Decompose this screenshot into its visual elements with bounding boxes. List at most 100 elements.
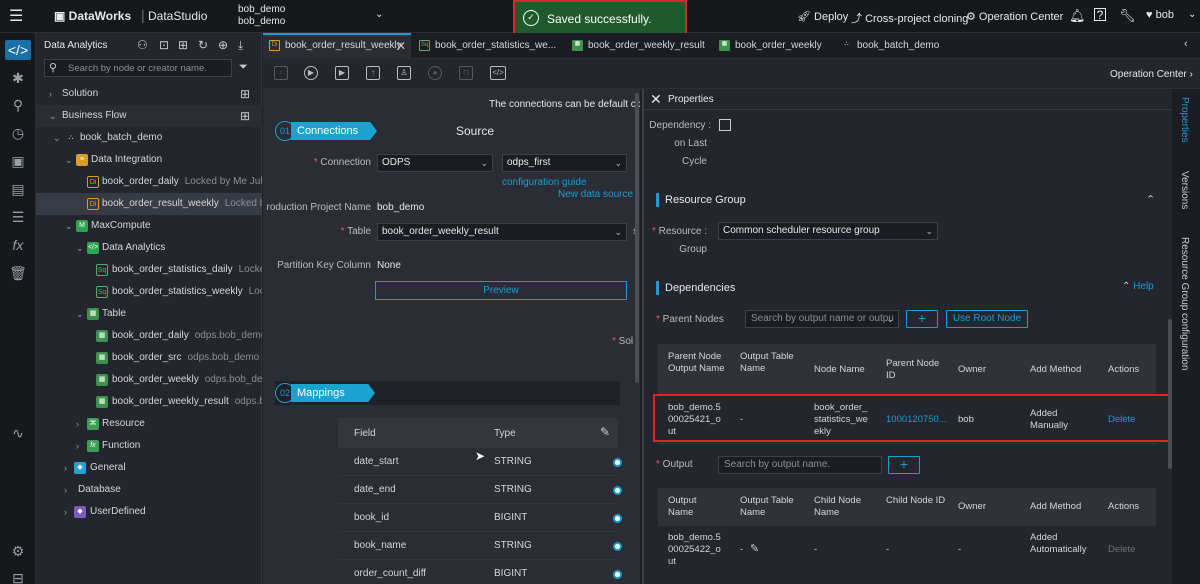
locate-icon[interactable]: ⊕ — [218, 38, 228, 52]
wrench-icon[interactable]: 🔧︎ — [1119, 8, 1136, 24]
tree-item-solution[interactable]: › Solution ⊞ — [36, 83, 262, 105]
operation-center-link[interactable]: ⚙ Operation Center — [966, 10, 1063, 23]
stop-icon[interactable]: ● — [428, 66, 442, 80]
output-search-input[interactable]: Search by output name. — [718, 456, 882, 474]
save-icon[interactable]: ▫ — [274, 66, 288, 80]
use-root-node-button[interactable]: Use Root Node — [946, 310, 1028, 328]
mapping-anchor[interactable] — [613, 458, 622, 467]
tree-item-table[interactable]: ▦ book_order_src odps.bob_demo — [36, 347, 262, 369]
user-filter-icon[interactable]: ⚇ — [137, 38, 148, 52]
preview-button[interactable]: Preview — [375, 281, 627, 300]
table-select[interactable]: book_order_weekly_result ⌄ — [377, 223, 627, 241]
run-icon[interactable]: ▶ — [304, 66, 318, 80]
upload-icon[interactable]: ↑ — [366, 66, 380, 80]
new-file-icon[interactable]: ⊞ — [178, 38, 188, 52]
code-view-icon[interactable]: </> — [490, 66, 506, 80]
tree-item-table[interactable]: ▦ book_order_weekly_result odps.bob_demo — [36, 391, 262, 413]
trash-icon[interactable]: 🗑︎ — [8, 263, 28, 283]
tree-item-folder[interactable]: ⌄ ≡ Data Integration — [36, 149, 262, 171]
grid-icon[interactable]: ⊞ — [240, 83, 250, 105]
tab-active[interactable]: Di book_order_result_weekly ✕ — [263, 33, 411, 59]
mapping-anchor[interactable] — [613, 514, 622, 523]
tree-item-folder[interactable]: ⌄ ▦ Table — [36, 303, 262, 325]
edit-icon[interactable]: ✎ — [600, 425, 610, 439]
briefcase-icon[interactable]: ▣ — [8, 151, 28, 171]
tree-item-folder[interactable]: › ◆ General — [36, 457, 262, 479]
chevron-down-icon[interactable]: ⌄ — [375, 9, 383, 20]
table-icon[interactable]: ▤ — [8, 179, 28, 199]
tab[interactable]: ⛬ book_batch_demo — [835, 33, 965, 59]
properties-vtab[interactable]: Properties — [1179, 97, 1190, 143]
format-icon[interactable]: ♙ — [397, 66, 411, 80]
function-icon[interactable]: fx — [8, 235, 28, 255]
tab[interactable]: ▦ book_order_weekly — [713, 33, 833, 59]
code-icon[interactable]: </> — [5, 40, 31, 60]
parent-search-input[interactable]: Search by output name or outpu ⌄ — [745, 310, 899, 328]
connection-type-select[interactable]: ODPS ⌄ — [377, 154, 493, 172]
bell-icon[interactable]: 🔔︎ — [1069, 8, 1086, 24]
pulse-icon[interactable]: ∿ — [8, 423, 28, 443]
collapse-icon[interactable]: ⊟ — [8, 568, 28, 584]
refresh-icon[interactable]: ↻ — [198, 38, 208, 52]
run-params-icon[interactable]: ▶ — [335, 66, 349, 80]
user-menu[interactable]: ♥ bob — [1146, 9, 1174, 21]
resource-group-config-vtab[interactable]: Resource Group configuration — [1179, 237, 1190, 370]
deploy-button[interactable]: 🚀︎ Deploy — [797, 10, 848, 23]
add-output-button[interactable]: + — [888, 456, 920, 474]
editor-toolbar: ▫ ▶ ▶ ↑ ♙ ● ⊓ </> Operation Center › — [263, 59, 1200, 89]
add-parent-button[interactable]: + — [906, 310, 938, 328]
workspace-name[interactable]: bob_demo — [238, 4, 285, 15]
mapping-anchor[interactable] — [613, 570, 622, 579]
help-link[interactable]: ⌃ Help — [1122, 281, 1154, 292]
edit-icon[interactable]: ✎ — [750, 542, 759, 555]
list-icon[interactable]: ☰ — [8, 207, 28, 227]
filter-icon[interactable]: ⏷ — [239, 61, 248, 74]
editor-scrollbar[interactable] — [635, 93, 639, 383]
tree-item-table[interactable]: ▦ book_order_weekly odps.bob_demo — [36, 369, 262, 391]
import-icon[interactable]: ⊡ — [159, 38, 169, 52]
tab[interactable]: Sq book_order_statistics_we... — [413, 33, 563, 59]
tree-item-folder[interactable]: ⌄ </> Data Analytics — [36, 237, 262, 259]
close-icon[interactable]: ✕ — [396, 35, 406, 57]
search-icon[interactable]: ⚲ — [8, 95, 28, 115]
chevron-up-icon[interactable]: ⌃ — [1146, 193, 1155, 206]
tree-item-folder[interactable]: › ⌘ Resource — [36, 413, 262, 435]
resource-group-select[interactable]: Common scheduler resource group ⌄ — [718, 222, 938, 240]
search-input[interactable]: ⚲ Search by node or creator name. — [44, 59, 232, 77]
menu-icon[interactable]: ☰ — [9, 6, 23, 26]
connection-name-select[interactable]: odps_first ⌄ — [502, 154, 627, 172]
step-connections[interactable]: 01 Connections — [275, 121, 377, 141]
tree-item-business-flow[interactable]: ⌄ Business Flow ⊞ — [36, 105, 262, 127]
grid-icon[interactable]: ⊞ — [240, 105, 250, 127]
settings-icon[interactable]: ⚙ — [8, 541, 28, 561]
close-icon[interactable]: ✕ — [650, 91, 662, 108]
tree-item-workflow[interactable]: ⌄ ⛬ book_batch_demo — [36, 127, 262, 149]
versions-vtab[interactable]: Versions — [1179, 171, 1190, 209]
dependency-checkbox[interactable] — [719, 119, 731, 131]
lock-icon[interactable]: ⊓ — [459, 66, 473, 80]
tree-item-folder[interactable]: ⌄ M MaxCompute — [36, 215, 262, 237]
configuration-guide-link[interactable]: configuration guide — [502, 177, 587, 188]
tab[interactable]: ▦ book_order_weekly_result — [566, 33, 716, 59]
mapping-anchor[interactable] — [613, 486, 622, 495]
step-mappings[interactable]: 02 Mappings — [275, 383, 375, 403]
operation-center-link[interactable]: Operation Center › — [1110, 69, 1193, 80]
download-icon[interactable]: ⤓ — [238, 38, 243, 53]
tree-item-folder[interactable]: › ◆ UserDefined — [36, 501, 262, 523]
help-icon[interactable]: ? — [1094, 8, 1106, 21]
chevron-left-icon[interactable]: ‹ — [1184, 38, 1188, 50]
tree-item-table[interactable]: ▦ book_order_daily odps.bob_demo — [36, 325, 262, 347]
new-data-source-link[interactable]: New data source — [558, 189, 633, 200]
puzzle-icon[interactable]: ✱ — [8, 68, 28, 88]
tree-item-node[interactable]: Sq book_order_statistics_daily Locked — [36, 259, 262, 281]
tree-item-folder[interactable]: › fx Function — [36, 435, 262, 457]
tree-item-node[interactable]: Dibook_order_daily Locked by Me Jul 29 — [36, 171, 262, 193]
workspace-id[interactable]: bob_demo — [238, 16, 285, 27]
clock-icon[interactable]: ◷ — [8, 123, 28, 143]
tree-item-node-selected[interactable]: Dibook_order_result_weekly Locked by Me — [36, 193, 262, 215]
chevron-down-icon[interactable]: ⌄ — [1188, 9, 1196, 20]
cross-project-button[interactable]: ⤴ Cross-project cloning — [851, 10, 968, 26]
tree-item-node[interactable]: Sq book_order_statistics_weekly Locked — [36, 281, 262, 303]
mapping-anchor[interactable] — [613, 542, 622, 551]
tree-item-folder[interactable]: › Database — [36, 479, 262, 501]
